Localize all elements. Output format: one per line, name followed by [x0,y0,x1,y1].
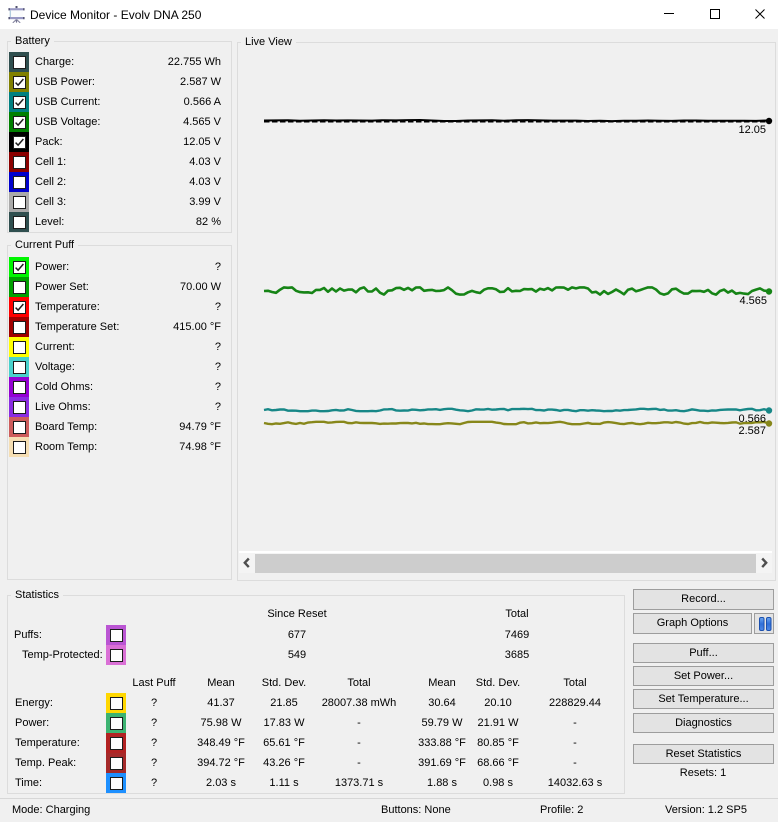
svg-text:12.05: 12.05 [738,124,766,136]
svg-text:2.587: 2.587 [738,425,766,437]
svg-text:4.565: 4.565 [739,295,767,307]
svg-text:0.566: 0.566 [738,413,766,425]
